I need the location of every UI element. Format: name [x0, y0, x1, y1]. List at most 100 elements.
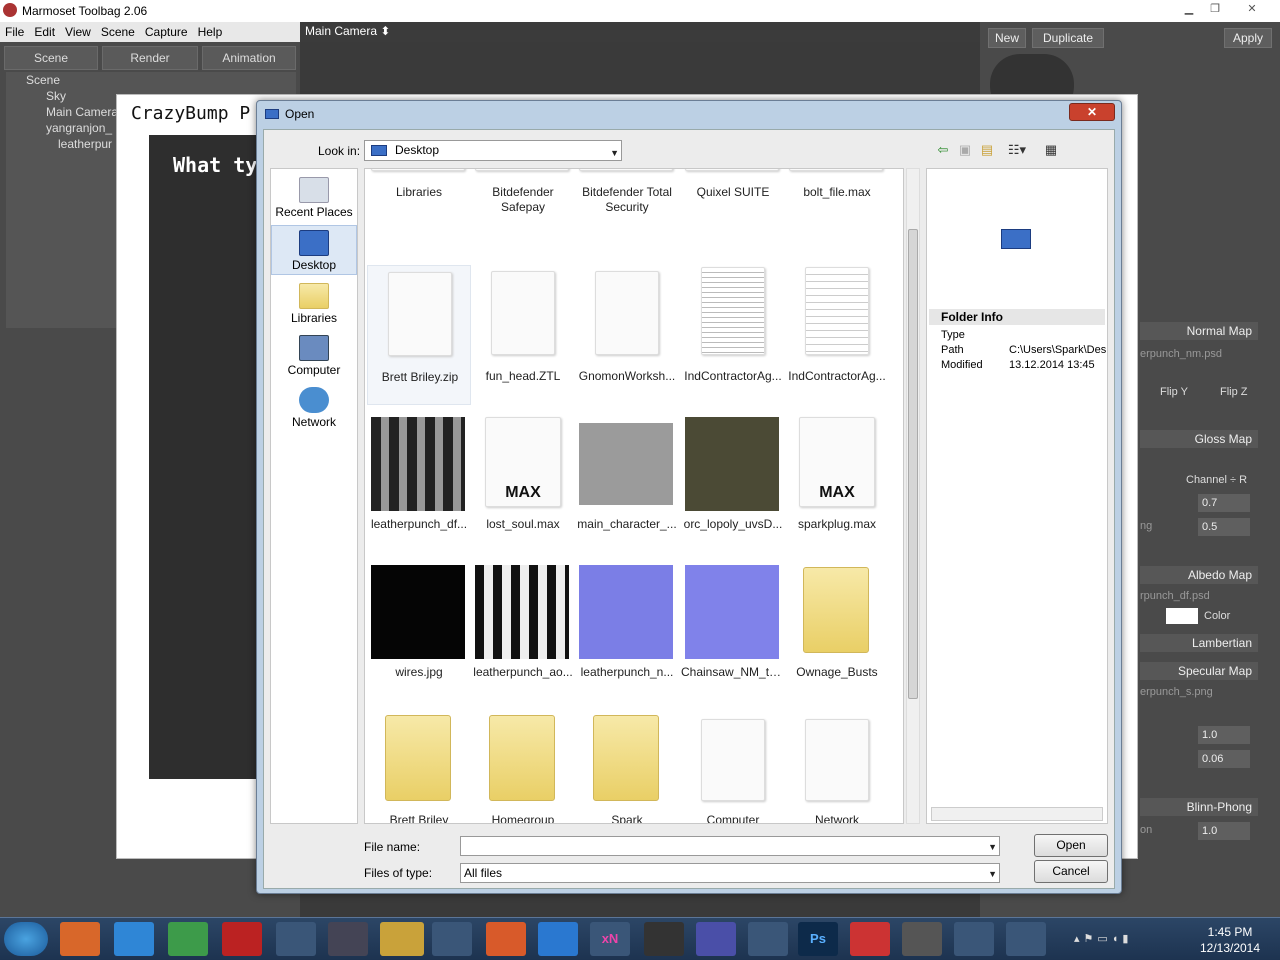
place-libraries[interactable]: Libraries — [271, 279, 357, 329]
3dsmax-icon[interactable] — [902, 922, 942, 956]
dialog-close-button[interactable]: ✕ — [1069, 103, 1115, 121]
file-item[interactable]: bolt_file.max — [785, 169, 889, 271]
tab-animation[interactable]: Animation — [202, 46, 296, 70]
file-item[interactable]: leatherpunch_df... — [367, 413, 471, 553]
tree-item-scene[interactable]: Scene — [26, 72, 316, 88]
firefox-icon[interactable] — [60, 922, 100, 956]
specular-map-header[interactable]: Specular Map — [1140, 662, 1258, 680]
file-item[interactable]: fun_head.ZTL — [471, 265, 575, 405]
file-item[interactable]: GnomonWorksh... — [575, 265, 679, 405]
preview-toggle-icon[interactable]: ▦ — [1042, 142, 1060, 158]
new-button[interactable]: New — [988, 28, 1026, 48]
cancel-button[interactable]: Cancel — [1034, 860, 1108, 883]
place-recent[interactable]: Recent Places — [271, 173, 357, 223]
scrollbar-thumb[interactable] — [908, 229, 918, 699]
maximize-icon[interactable]: ❐ — [1203, 2, 1227, 18]
menu-scene[interactable]: Scene — [96, 22, 140, 39]
file-item[interactable]: wires.jpg — [367, 561, 471, 701]
search-tool-icon[interactable] — [276, 922, 316, 956]
file-item[interactable]: MAX sparkplug.max — [785, 413, 889, 553]
menu-file[interactable]: File — [0, 22, 29, 39]
specular-value-2[interactable]: 0.06 — [1198, 750, 1250, 768]
place-network[interactable]: Network — [271, 383, 357, 433]
chevron-down-icon[interactable]: ▼ — [988, 838, 997, 856]
apply-button[interactable]: Apply — [1224, 28, 1272, 48]
explorer-icon[interactable] — [380, 922, 424, 956]
duplicate-button[interactable]: Duplicate — [1032, 28, 1104, 48]
blinn-value[interactable]: 1.0 — [1198, 822, 1250, 840]
file-item[interactable]: Bitdefender Safepay — [471, 169, 575, 271]
start-button[interactable] — [4, 922, 48, 956]
lambertian-header[interactable]: Lambertian — [1140, 634, 1258, 652]
marmoset-icon[interactable] — [644, 922, 684, 956]
media-player-icon[interactable] — [432, 922, 472, 956]
dropbox-icon[interactable] — [538, 922, 578, 956]
filezilla-icon[interactable] — [222, 922, 262, 956]
file-item[interactable]: leatherpunch_ao... — [471, 561, 575, 701]
app-icon[interactable] — [486, 922, 526, 956]
file-item[interactable]: Brett Briley — [367, 709, 471, 823]
system-tray-icons[interactable]: ▴⚑▭◖▮ — [1074, 932, 1184, 946]
menu-view[interactable]: View — [60, 22, 96, 39]
file-item[interactable]: IndContractorAg... — [681, 265, 785, 405]
albedo-color-swatch[interactable] — [1166, 608, 1198, 624]
file-item[interactable]: orc_lopoly_uvsD... — [681, 413, 785, 553]
back-icon[interactable]: ⇦ — [934, 142, 952, 158]
blinn-phong-header[interactable]: Blinn-Phong — [1140, 798, 1258, 816]
albedo-map-header[interactable]: Albedo Map — [1140, 566, 1258, 584]
app-icon[interactable] — [328, 922, 368, 956]
file-item[interactable]: Bitdefender Total Security — [575, 169, 679, 271]
channel-select[interactable]: Channel ÷ R — [1186, 474, 1247, 486]
chrome-icon[interactable] — [168, 922, 208, 956]
file-name-input[interactable]: ▼ — [460, 836, 1000, 856]
file-item[interactable]: Quixel SUITE — [681, 169, 785, 271]
preview-horizontal-scrollbar[interactable] — [931, 807, 1103, 821]
place-computer[interactable]: Computer — [271, 331, 357, 381]
flip-y-checkbox[interactable]: Flip Y — [1160, 386, 1188, 398]
file-item[interactable]: Chainsaw_NM_te... — [681, 561, 785, 701]
gloss-map-header[interactable]: Gloss Map — [1140, 430, 1258, 448]
file-item[interactable]: main_character_... — [575, 413, 679, 553]
system-clock[interactable]: 1:45 PM 12/13/2014 — [1198, 924, 1262, 956]
view-menu-icon[interactable]: ☷▾ — [1004, 142, 1030, 158]
gloss-value-1[interactable]: 0.7 — [1198, 494, 1250, 512]
photoshop-icon[interactable]: Ps — [798, 922, 838, 956]
folder-info-header[interactable]: Folder Info — [929, 309, 1105, 325]
file-item[interactable]: Brett Briley.zip — [367, 265, 471, 405]
file-item[interactable]: Libraries — [367, 169, 471, 271]
file-list-scrollbar[interactable] — [906, 168, 920, 824]
files-of-type-select[interactable]: All files ▼ — [460, 863, 1000, 883]
look-in-select[interactable]: Desktop ▼ — [364, 140, 622, 161]
file-item[interactable]: Ownage_Busts — [785, 561, 889, 701]
close-icon[interactable]: ✕ — [1240, 2, 1264, 18]
xnview-icon[interactable]: xN — [590, 922, 630, 956]
substance-icon[interactable] — [850, 922, 890, 956]
app-icon[interactable] — [696, 922, 736, 956]
camera-selector[interactable]: Main Camera ⬍ — [305, 24, 390, 38]
file-item[interactable]: Computer — [681, 709, 785, 823]
new-folder-icon[interactable]: ▤ — [978, 142, 996, 158]
menu-edit[interactable]: Edit — [29, 22, 60, 39]
tab-scene[interactable]: Scene — [4, 46, 98, 70]
minimize-icon[interactable]: ▁ — [1177, 2, 1201, 18]
flip-z-checkbox[interactable]: Flip Z — [1220, 386, 1248, 398]
zbrush-icon[interactable] — [748, 922, 788, 956]
keyshot-icon[interactable] — [1006, 922, 1046, 956]
place-desktop[interactable]: Desktop — [271, 225, 357, 275]
file-item[interactable]: leatherpunch_n... — [575, 561, 679, 701]
file-item[interactable]: Homegroup — [471, 709, 575, 823]
app-icon[interactable] — [954, 922, 994, 956]
file-item[interactable]: IndContractorAg... — [785, 265, 889, 405]
internet-explorer-icon[interactable] — [114, 922, 154, 956]
file-item[interactable]: Spark — [575, 709, 679, 823]
tab-render[interactable]: Render — [102, 46, 198, 70]
menu-capture[interactable]: Capture — [140, 22, 193, 39]
file-item[interactable]: MAX lost_soul.max — [471, 413, 575, 553]
specular-value-1[interactable]: 1.0 — [1198, 726, 1250, 744]
open-button[interactable]: Open — [1034, 834, 1108, 857]
menu-help[interactable]: Help — [193, 22, 228, 39]
normal-map-header[interactable]: Normal Map — [1140, 322, 1258, 340]
file-item[interactable]: Network — [785, 709, 889, 823]
up-folder-icon[interactable]: ▣ — [956, 142, 974, 158]
gloss-value-2[interactable]: 0.5 — [1198, 518, 1250, 536]
